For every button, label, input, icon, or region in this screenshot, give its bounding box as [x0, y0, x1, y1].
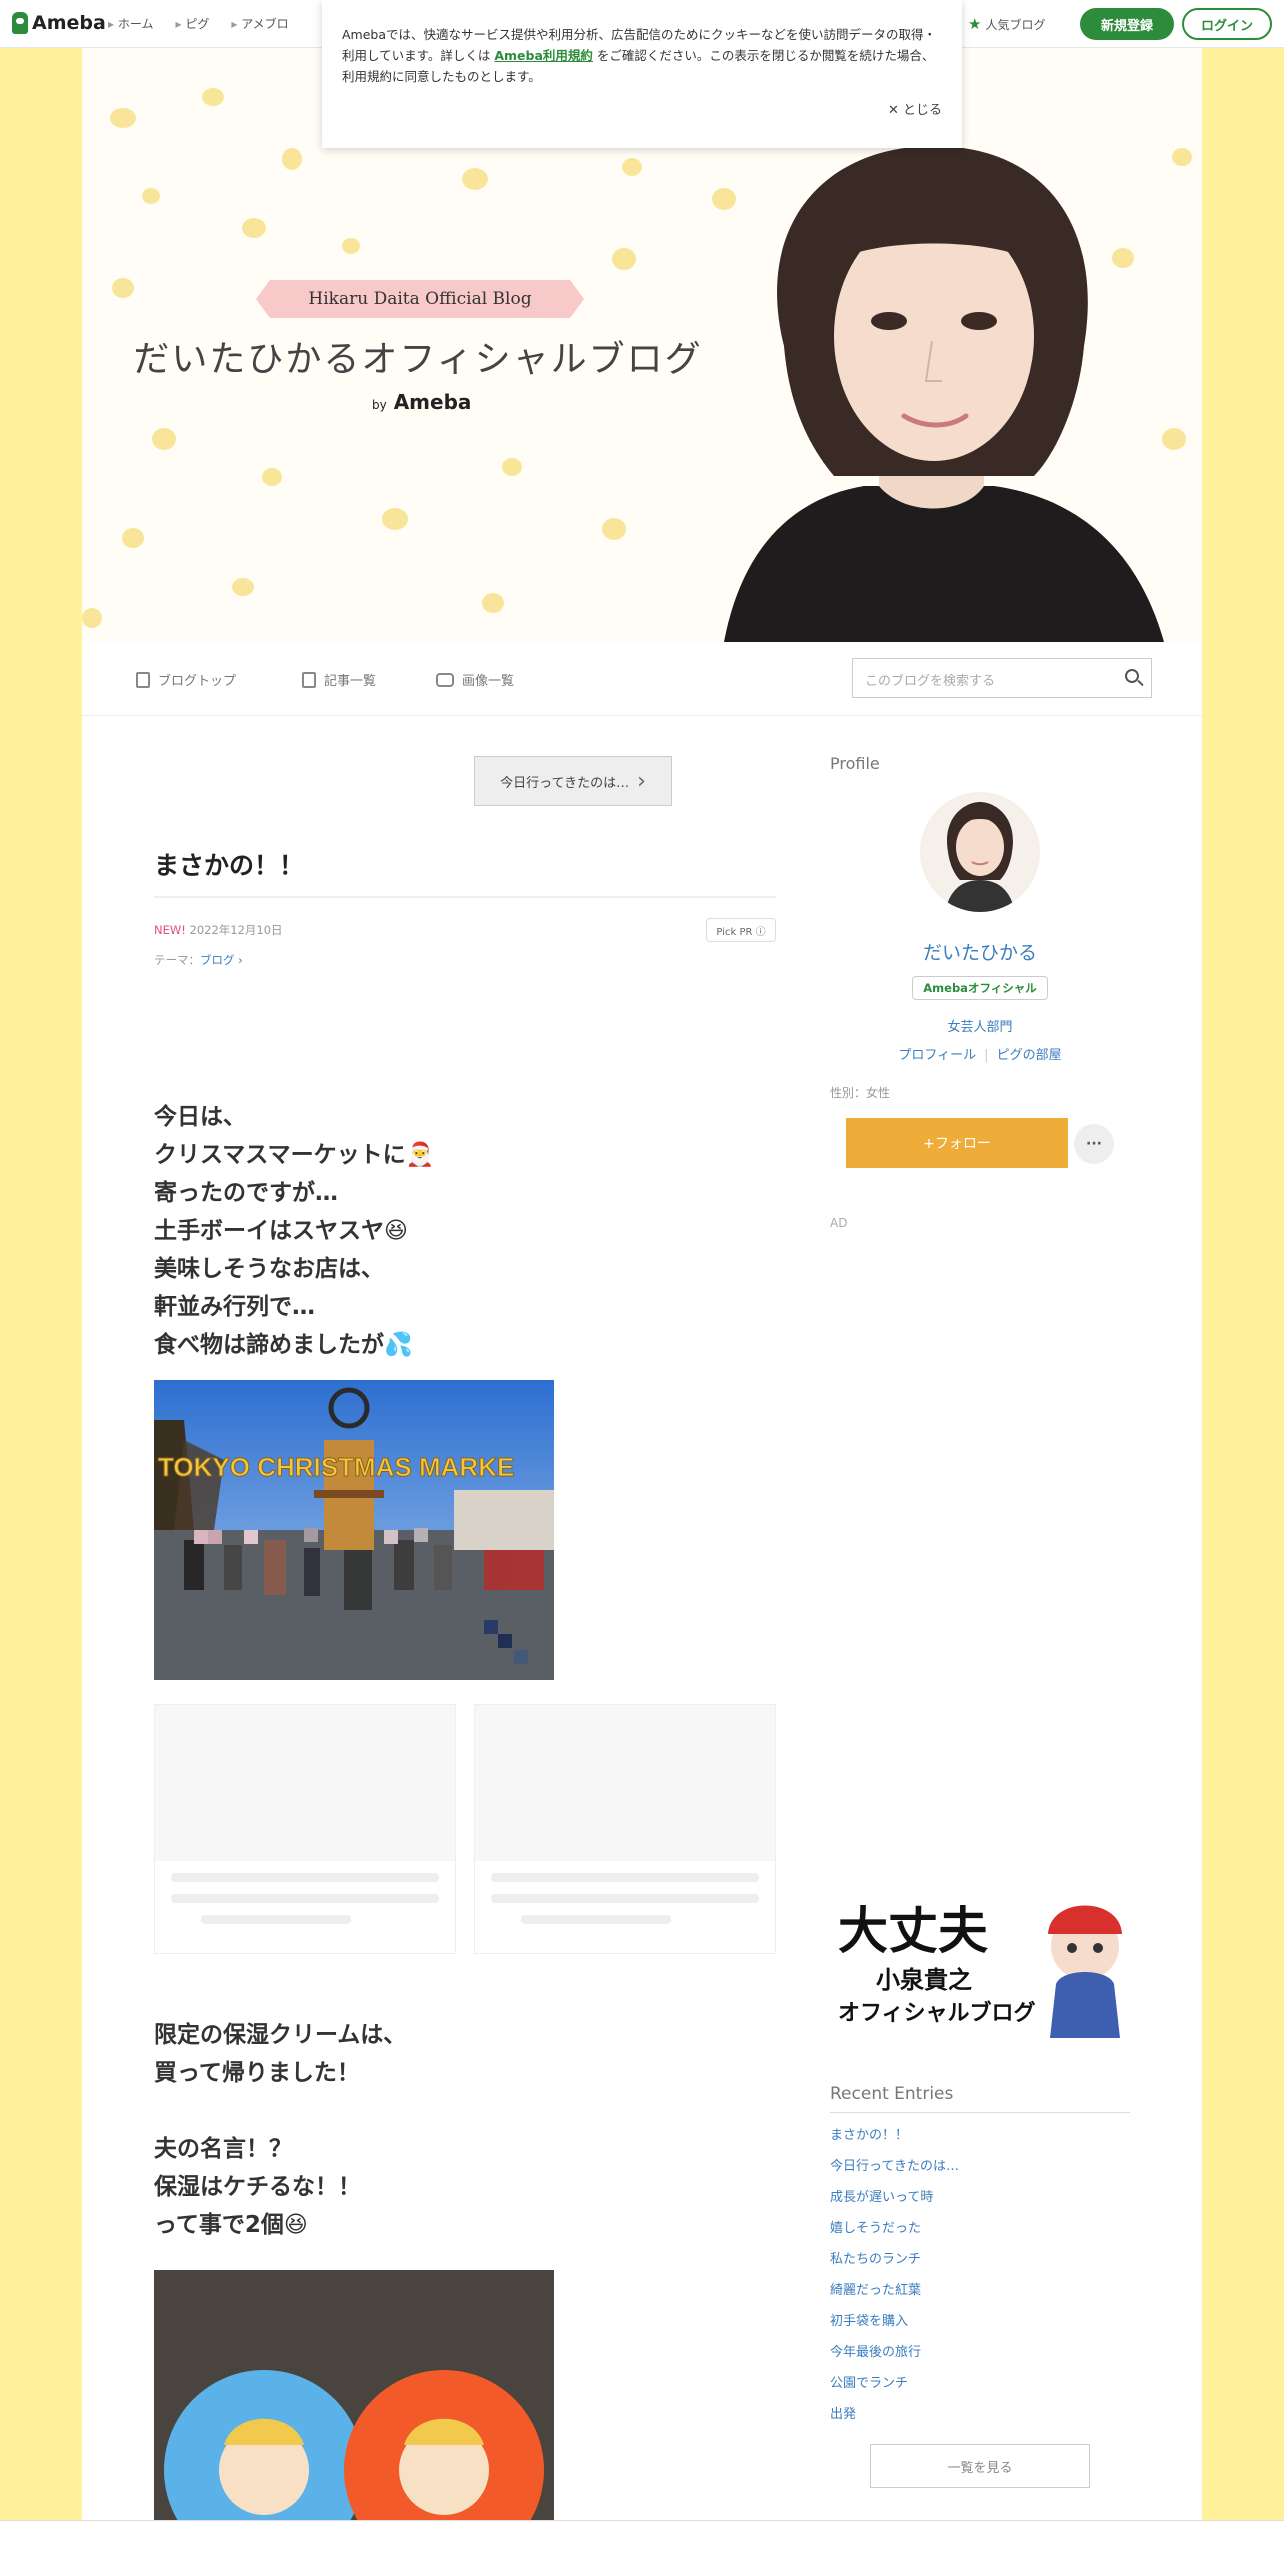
- terms-link[interactable]: Ameba利用規約: [494, 48, 593, 63]
- nav-blog-top[interactable]: ブログトップ: [136, 670, 236, 689]
- cookie-close-button[interactable]: ✕ とじる: [888, 100, 942, 121]
- recent-entry-link[interactable]: 公園でランチ: [830, 2372, 1130, 2403]
- popular-blog-link[interactable]: ★ 人気ブログ: [968, 15, 1045, 33]
- blog-nav: ブログトップ 記事一覧 画像一覧 このブログを検索する: [82, 642, 1202, 716]
- article-paragraph: 限定の保湿クリームは、 買って帰りました！: [154, 2022, 407, 2086]
- christmas-market-photo[interactable]: TOKYO CHRISTMAS MARKE: [154, 1380, 554, 1680]
- recent-entry-link[interactable]: まさかの！！: [830, 2124, 1130, 2155]
- recent-entries-heading: Recent Entries: [830, 2084, 1130, 2113]
- nav-home[interactable]: ホーム: [108, 15, 154, 32]
- recent-entry-link[interactable]: 出発: [830, 2403, 1130, 2434]
- recent-entry-link[interactable]: 嬉しそうだった: [830, 2217, 1130, 2248]
- nav-ameblo[interactable]: アメブロ: [231, 15, 288, 32]
- recent-entry-link[interactable]: 初手袋を購入: [830, 2310, 1130, 2341]
- header-portrait: [724, 146, 1164, 642]
- search-icon[interactable]: [1125, 669, 1139, 683]
- global-nav: ホーム ピグ アメブロ: [108, 15, 289, 32]
- blog-search-input[interactable]: このブログを検索する: [852, 658, 1152, 698]
- bottom-bar: [0, 2520, 1284, 2568]
- document-icon: [136, 671, 150, 688]
- banner-line2: 小泉貴之: [876, 1966, 972, 1994]
- article-paragraph: 美味しそうなお店は、 軒並み行列で… 食べ物は諦めましたが💦: [154, 1256, 413, 1358]
- article-paragraph: 今日は、 クリスマスマーケットに🎅 寄ったのですが… 土手ボーイはスヤスヤ😆: [154, 1104, 435, 1244]
- by-ameba-label: by Ameba: [372, 390, 472, 414]
- blog-main: Hikaru Daita Official Blog だいたひかるオフィシャルブ…: [82, 48, 1202, 2568]
- blog-ribbon: Hikaru Daita Official Blog: [256, 280, 584, 318]
- article-date: 2022年12月10日: [189, 923, 283, 937]
- star-icon: ★: [968, 15, 982, 33]
- see-all-entries-button[interactable]: 一覧を見る: [870, 2444, 1090, 2488]
- ad-label: AD: [830, 1216, 848, 1230]
- recent-entries-list: まさかの！！ 今日行ってきたのは… 成長が遅いって時 嬉しそうだった 私たちのラ…: [830, 2124, 1130, 2434]
- camera-icon: [436, 672, 454, 687]
- profile-heading: Profile: [830, 754, 880, 773]
- nav-pig[interactable]: ピグ: [175, 15, 209, 32]
- nav-image-list[interactable]: 画像一覧: [436, 670, 514, 689]
- pig-room-link[interactable]: ピグの部屋: [997, 1048, 1062, 1063]
- banner-line1: 大丈夫: [838, 1902, 989, 1960]
- ameba-mark-icon: [12, 12, 28, 34]
- article-theme: テーマ：ブログ ›: [154, 953, 243, 967]
- recent-entry-link[interactable]: 綺麗だった紅葉: [830, 2279, 1130, 2310]
- profile-avatar[interactable]: [920, 792, 1040, 912]
- blog-title[interactable]: だいたひかるオフィシャルブログ: [108, 330, 728, 382]
- signup-button[interactable]: 新規登録: [1080, 8, 1174, 40]
- nav-entry-list[interactable]: 記事一覧: [302, 670, 376, 689]
- recent-entry-link[interactable]: 今年最後の旅行: [830, 2341, 1130, 2372]
- prev-entry-button[interactable]: 今日行ってきたのは…: [474, 756, 672, 806]
- login-button[interactable]: ログイン: [1182, 8, 1272, 40]
- ameba-logo[interactable]: Ameba: [12, 12, 106, 34]
- profile-link[interactable]: プロフィール: [898, 1048, 976, 1063]
- profile-category[interactable]: 女芸人部門: [830, 1016, 1130, 1035]
- cookie-notice: Amebaでは、快適なサービス提供や利用分析、広告配信のためにクッキーなどを使い…: [322, 0, 962, 148]
- more-options-button[interactable]: ···: [1074, 1124, 1114, 1164]
- profile-gender: 性別：女性: [830, 1086, 891, 1100]
- recent-entry-link[interactable]: 今日行ってきたのは…: [830, 2155, 1130, 2186]
- related-card-placeholder: [154, 1704, 456, 1954]
- blog-promo-banner[interactable]: 大丈夫 小泉貴之 オフィシャルブログ: [830, 1886, 1130, 2038]
- recent-entry-link[interactable]: 成長が遅いって時: [830, 2186, 1130, 2217]
- profile-links: プロフィール | ピグの部屋: [898, 1048, 1062, 1063]
- new-label: NEW!: [154, 923, 186, 937]
- profile-name[interactable]: だいたひかる: [830, 938, 1130, 965]
- article-title[interactable]: まさかの！！: [154, 846, 304, 882]
- pick-pr-button[interactable]: Pick PR ⓘ: [706, 918, 776, 942]
- theme-link[interactable]: ブログ ›: [200, 953, 243, 967]
- related-card-placeholder: [474, 1704, 776, 1954]
- copy-icon: [302, 671, 316, 688]
- banner-line3: オフィシャルブログ: [838, 2000, 1036, 2026]
- follow-button[interactable]: +フォロー: [846, 1118, 1068, 1168]
- article-paragraph: 夫の名言！？ 保湿はケチるな！！ って事で2個😆: [154, 2136, 361, 2238]
- recent-entry-link[interactable]: 私たちのランチ: [830, 2248, 1130, 2279]
- title-divider: [154, 896, 776, 898]
- photo-overlay-text: TOKYO CHRISTMAS MARKE: [158, 1452, 514, 1482]
- official-badge[interactable]: Amebaオフィシャル: [912, 976, 1048, 1000]
- article-meta: NEW! 2022年12月10日: [154, 922, 283, 938]
